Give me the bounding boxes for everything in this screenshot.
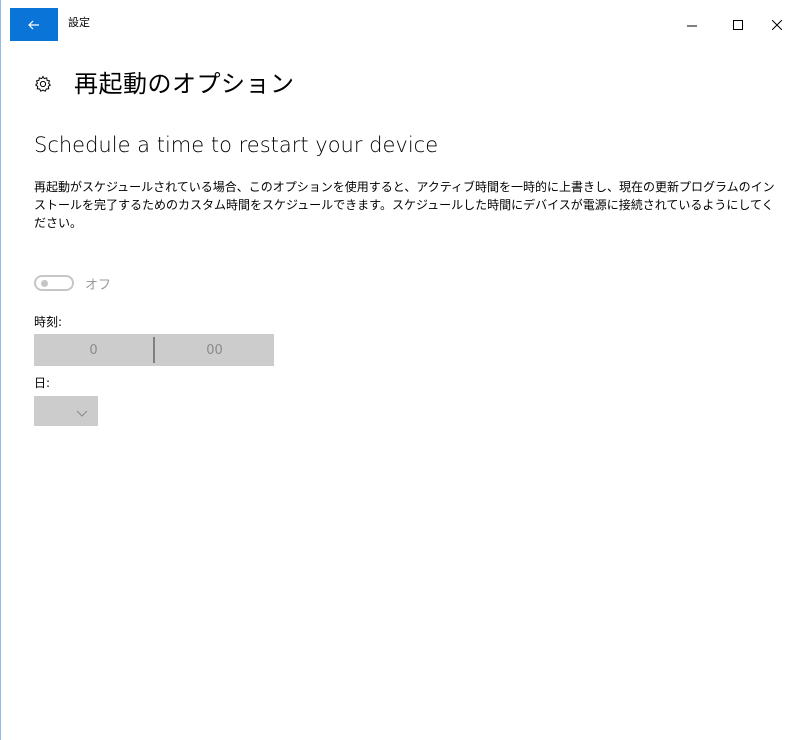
app-title: 設定 (68, 16, 90, 29)
close-icon (771, 15, 782, 34)
hour-field[interactable]: 0 (34, 334, 153, 366)
day-dropdown[interactable] (34, 396, 98, 426)
chevron-down-icon (76, 402, 88, 421)
maximize-button[interactable] (715, 8, 761, 41)
restart-schedule-toggle[interactable] (34, 275, 74, 291)
day-label: 日: (34, 376, 51, 390)
maximize-icon (733, 15, 743, 34)
page-title: 再起動のオプション (74, 70, 295, 98)
back-button[interactable] (10, 8, 58, 41)
settings-window: 設定 再起動のオプション Schedule a time to restart … (0, 0, 793, 740)
close-button[interactable] (759, 8, 793, 41)
arrow-left-icon (28, 20, 40, 30)
toggle-state-label: オフ (85, 277, 112, 293)
section-title: Schedule a time to restart your device (34, 133, 439, 157)
time-label: 時刻: (34, 315, 63, 329)
time-picker[interactable]: 0 00 (34, 334, 274, 366)
description-text: 再起動がスケジュールされている場合、このオプションを使用すると、アクティブ時間を… (34, 180, 775, 230)
minimize-button[interactable] (669, 8, 715, 41)
minute-field[interactable]: 00 (155, 334, 274, 366)
minimize-icon (687, 15, 697, 34)
title-bar: 設定 (1, 0, 793, 41)
toggle-knob (41, 280, 48, 287)
page-header: 再起動のオプション (34, 68, 295, 100)
restart-schedule-toggle-row: オフ (34, 272, 111, 294)
gear-icon (34, 75, 52, 93)
